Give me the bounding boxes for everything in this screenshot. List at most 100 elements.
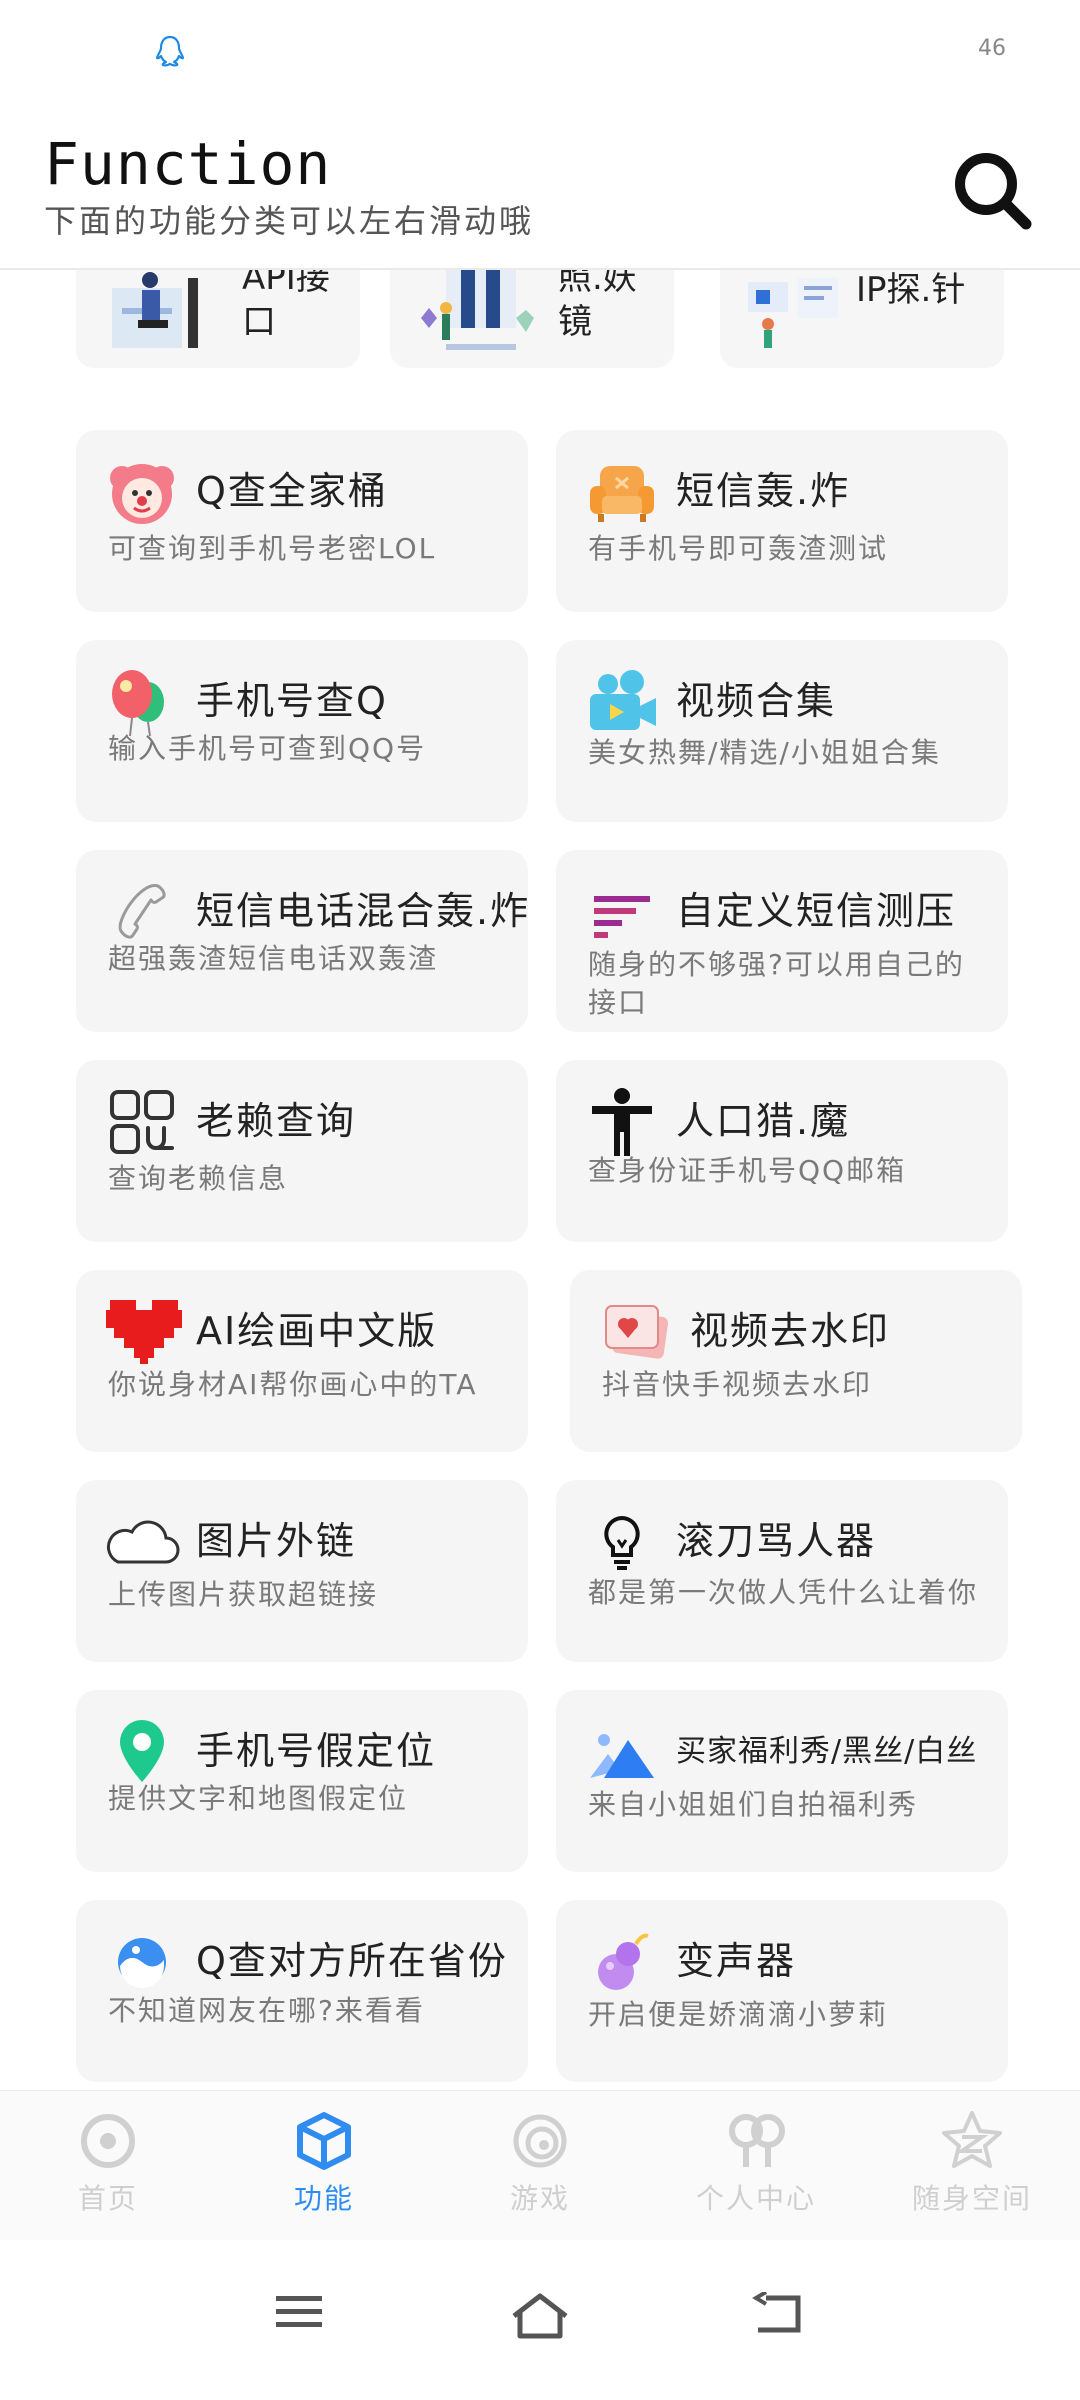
back-icon[interactable] [752, 2292, 804, 2336]
api-card-label: API接口 [242, 268, 330, 342]
function-list[interactable]: API接口 照.妖镜 IP探.针 Q查全家桶 可查询到手机号老密LOL 短信轰.… [0, 268, 1080, 2088]
card-people-search[interactable]: 人口猎.魔 查身份证手机号QQ邮箱 [556, 1060, 1008, 1242]
phone-handset-icon [118, 884, 166, 939]
card-title: 买家福利秀/黑丝/白丝 [676, 1734, 978, 1769]
card-q-province[interactable]: Q查对方所在省份 不知道网友在哪?来看看 [76, 1900, 528, 2082]
card-desc: 不知道网友在哪?来看看 [108, 1994, 425, 2027]
card-desc: 输入手机号可查到QQ号 [108, 732, 427, 765]
card-insult-generator[interactable]: 滚刀骂人器 都是第一次做人凭什么让着你 [556, 1480, 1008, 1662]
balloons-icon [112, 670, 164, 737]
pixel-heart-icon [106, 1300, 182, 1364]
card-remove-watermark[interactable]: 视频去水印 抖音快手视频去水印 [570, 1270, 1022, 1452]
bottom-nav: 首页 功能 游戏 个人中心 随身空间 [0, 2090, 1080, 2241]
card-title: 老赖查询 [196, 1099, 357, 1143]
mirror-card-label: 照.妖镜 [558, 268, 637, 342]
lines-icon [594, 896, 650, 938]
nav-home[interactable]: 首页 [0, 2109, 216, 2217]
card-title: 手机号假定位 [196, 1729, 437, 1773]
card-desc: 开启便是娇滴滴小萝莉 [588, 1998, 889, 2031]
nav-home-label: 首页 [77, 2182, 138, 2215]
card-desc: 随身的不够强?可以用自己的接口 [588, 948, 965, 1019]
card-title: 视频去水印 [690, 1309, 891, 1353]
card-title: 图片外链 [196, 1519, 357, 1563]
card-buyer-show[interactable]: 买家福利秀/黑丝/白丝 来自小姐姐们自拍福利秀 [556, 1690, 1008, 1872]
card-image-link[interactable]: 图片外链 上传图片获取超链接 [76, 1480, 528, 1662]
card-video-collection[interactable]: 视频合集 美女热舞/精选/小姐姐合集 [556, 640, 1008, 822]
nav-games[interactable]: 游戏 [432, 2109, 648, 2217]
page-title: Function [44, 130, 332, 198]
api-illustration-icon [112, 272, 198, 348]
cube-icon [297, 2112, 351, 2170]
card-ai-painting[interactable]: AI绘画中文版 你说身材AI帮你画心中的TA [76, 1270, 528, 1452]
card-debtor-lookup[interactable]: 老赖查询 查询老赖信息 [76, 1060, 528, 1242]
ip-probe-card[interactable]: IP探.针 [720, 268, 1004, 368]
cloud-icon [106, 1520, 180, 1564]
card-desc: 可查询到手机号老密LOL [108, 532, 437, 565]
card-voice-changer[interactable]: 变声器 开启便是娇滴滴小萝莉 [556, 1900, 1008, 2082]
card-title: 自定义短信测压 [676, 889, 957, 933]
card-desc: 来自小姐姐们自拍福利秀 [588, 1788, 919, 1821]
card-desc: 提供文字和地图假定位 [108, 1782, 409, 1815]
card-title: AI绘画中文版 [196, 1309, 438, 1353]
card-desc: 美女热舞/精选/小姐姐合集 [588, 736, 941, 769]
card-title: 短信轰.炸 [676, 469, 851, 513]
search-icon[interactable] [950, 148, 1034, 232]
spiral-icon [513, 2114, 567, 2168]
card-title: Q查全家桶 [196, 469, 388, 513]
card-desc: 抖音快手视频去水印 [602, 1368, 873, 1401]
qzone-star-icon [942, 2111, 1002, 2168]
qq-penguin-icon [155, 35, 185, 67]
gourd-icon [598, 1933, 649, 1990]
ip-illustration-icon [748, 278, 838, 348]
card-fake-location[interactable]: 手机号假定位 提供文字和地图假定位 [76, 1690, 528, 1872]
nav-space[interactable]: 随身空间 [864, 2109, 1080, 2217]
video-camera-icon [590, 670, 656, 730]
nav-profile-label: 个人中心 [695, 2182, 816, 2215]
nav-function-label: 功能 [293, 2182, 354, 2215]
clown-icon [110, 464, 174, 524]
mirror-card[interactable]: 照.妖镜 [390, 268, 674, 368]
page-subtitle: 下面的功能分类可以左右滑动哦 [44, 202, 535, 240]
card-desc: 查询老赖信息 [108, 1162, 289, 1195]
ip-probe-label: IP探.针 [856, 270, 966, 310]
card-desc: 你说身材AI帮你画心中的TA [108, 1368, 478, 1401]
wave-circle-icon [118, 1938, 166, 1988]
menu-icon[interactable] [274, 2292, 324, 2332]
api-card[interactable]: API接口 [76, 268, 360, 368]
card-desc: 上传图片获取超链接 [108, 1578, 379, 1611]
card-sms-bomb[interactable]: 短信轰.炸 有手机号即可轰渣测试 [556, 430, 1008, 612]
card-title: 变声器 [676, 1939, 797, 1983]
nav-space-label: 随身空间 [911, 2182, 1032, 2215]
person-icon [592, 1088, 652, 1156]
home-circle-icon [81, 2114, 135, 2168]
card-title: 视频合集 [676, 679, 837, 723]
card-title: 手机号查Q [196, 679, 388, 723]
nav-profile[interactable]: 个人中心 [648, 2109, 864, 2217]
home-icon[interactable] [510, 2292, 570, 2340]
location-pin-icon [120, 1720, 164, 1782]
card-custom-sms-test[interactable]: 自定义短信测压 随身的不够强?可以用自己的接口 [556, 850, 1008, 1032]
nav-games-label: 游戏 [509, 2182, 570, 2215]
card-q-family[interactable]: Q查全家桶 可查询到手机号老密LOL [76, 430, 528, 612]
card-desc: 查身份证手机号QQ邮箱 [588, 1154, 907, 1187]
mirror-illustration-icon [421, 268, 534, 350]
sofa-icon [590, 466, 654, 522]
card-title: 短信电话混合轰.炸 [196, 889, 531, 933]
light-bulb-icon [604, 1515, 640, 1570]
card-desc: 超强轰渣短信电话双轰渣 [108, 942, 439, 975]
card-title: 滚刀骂人器 [676, 1519, 877, 1563]
card-desc: 都是第一次做人凭什么让着你 [588, 1576, 979, 1609]
system-nav-bar [0, 2240, 1080, 2400]
card-title: Q查对方所在省份 [196, 1939, 508, 1983]
card-phone-to-q[interactable]: 手机号查Q 输入手机号可查到QQ号 [76, 640, 528, 822]
landscape-icon [590, 1734, 654, 1778]
nav-function[interactable]: 功能 [216, 2109, 432, 2217]
page-header: Function 下面的功能分类可以左右滑动哦 [0, 100, 1080, 270]
card-sms-call-bomb[interactable]: 短信电话混合轰.炸 超强轰渣短信电话双轰渣 [76, 850, 528, 1032]
card-desc: 有手机号即可轰渣测试 [588, 532, 889, 565]
status-bar: 46 [0, 0, 1080, 100]
profile-icon [729, 2114, 785, 2167]
card-title: 人口猎.魔 [676, 1099, 851, 1143]
photo-cards-icon [605, 1305, 669, 1359]
qr-grid-icon [110, 1090, 174, 1154]
